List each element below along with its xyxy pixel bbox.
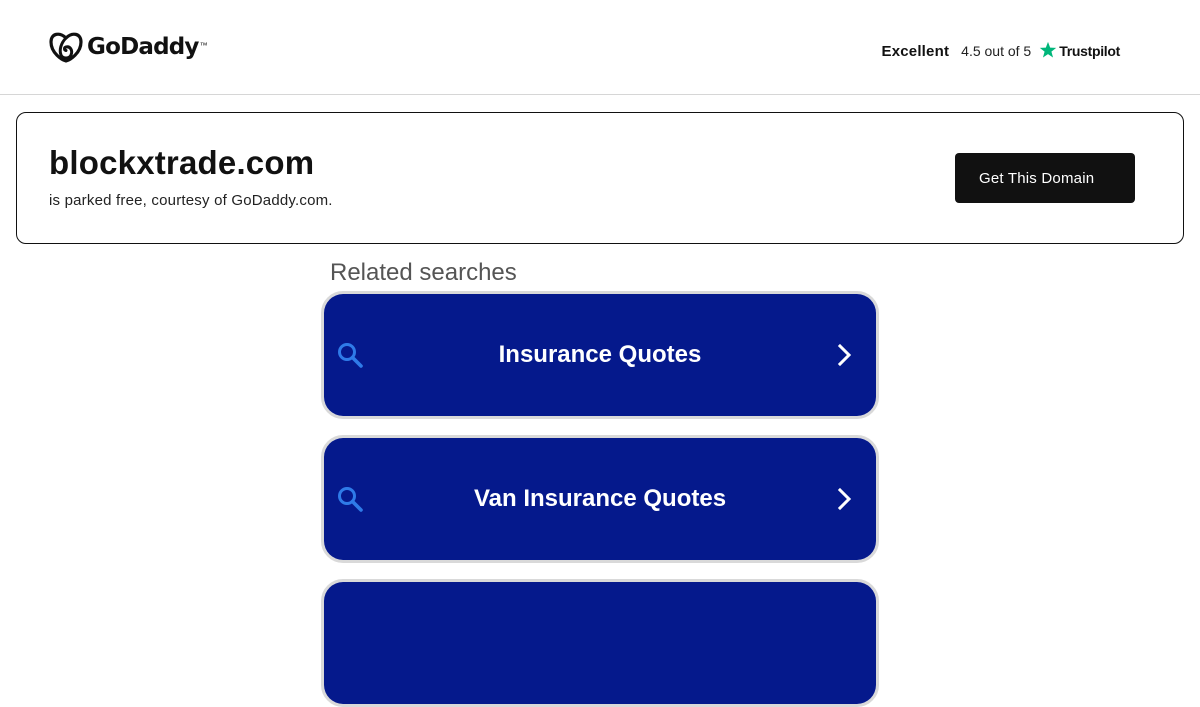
- trustpilot-score: 4.5 out of 5: [961, 43, 1032, 59]
- trustpilot-brand: Trustpilot: [1059, 43, 1120, 59]
- godaddy-logo-text: GoDaddy: [87, 34, 199, 60]
- related-search-item-insurance-quotes[interactable]: Insurance Quotes: [321, 291, 879, 419]
- trustpilot-excellent-label: Excellent: [881, 42, 950, 60]
- search-icon: [338, 487, 363, 512]
- domain-name: blockxtrade.com: [49, 144, 315, 181]
- godaddy-logo-icon: [49, 32, 83, 63]
- related-searches-title: Related searches: [330, 259, 517, 286]
- related-search-item-van-insurance-quotes[interactable]: Van Insurance Quotes: [321, 435, 879, 563]
- related-search-label: Van Insurance Quotes: [473, 485, 727, 512]
- site-header: GoDaddy ™ Excellent 4.5 out of 5 Trustpi…: [0, 0, 1200, 95]
- domain-banner: blockxtrade.com is parked free, courtesy…: [16, 112, 1184, 244]
- related-search-label: [384, 582, 816, 704]
- related-search-item-partial[interactable]: [321, 579, 879, 707]
- chevron-right-icon: [837, 487, 852, 511]
- trustpilot-rating[interactable]: Excellent 4.5 out of 5 Trustpilot: [881, 38, 1120, 64]
- godaddy-logo[interactable]: GoDaddy ™: [48, 31, 208, 63]
- get-this-domain-button[interactable]: Get This Domain: [955, 153, 1135, 203]
- search-icon: [338, 343, 363, 368]
- chevron-right-icon: [837, 343, 852, 367]
- star-icon: [1040, 41, 1057, 57]
- related-search-label: Insurance Quotes: [498, 341, 702, 368]
- parked-message: is parked free, courtesy of GoDaddy.com.: [49, 192, 333, 209]
- trademark-symbol: ™: [199, 41, 208, 50]
